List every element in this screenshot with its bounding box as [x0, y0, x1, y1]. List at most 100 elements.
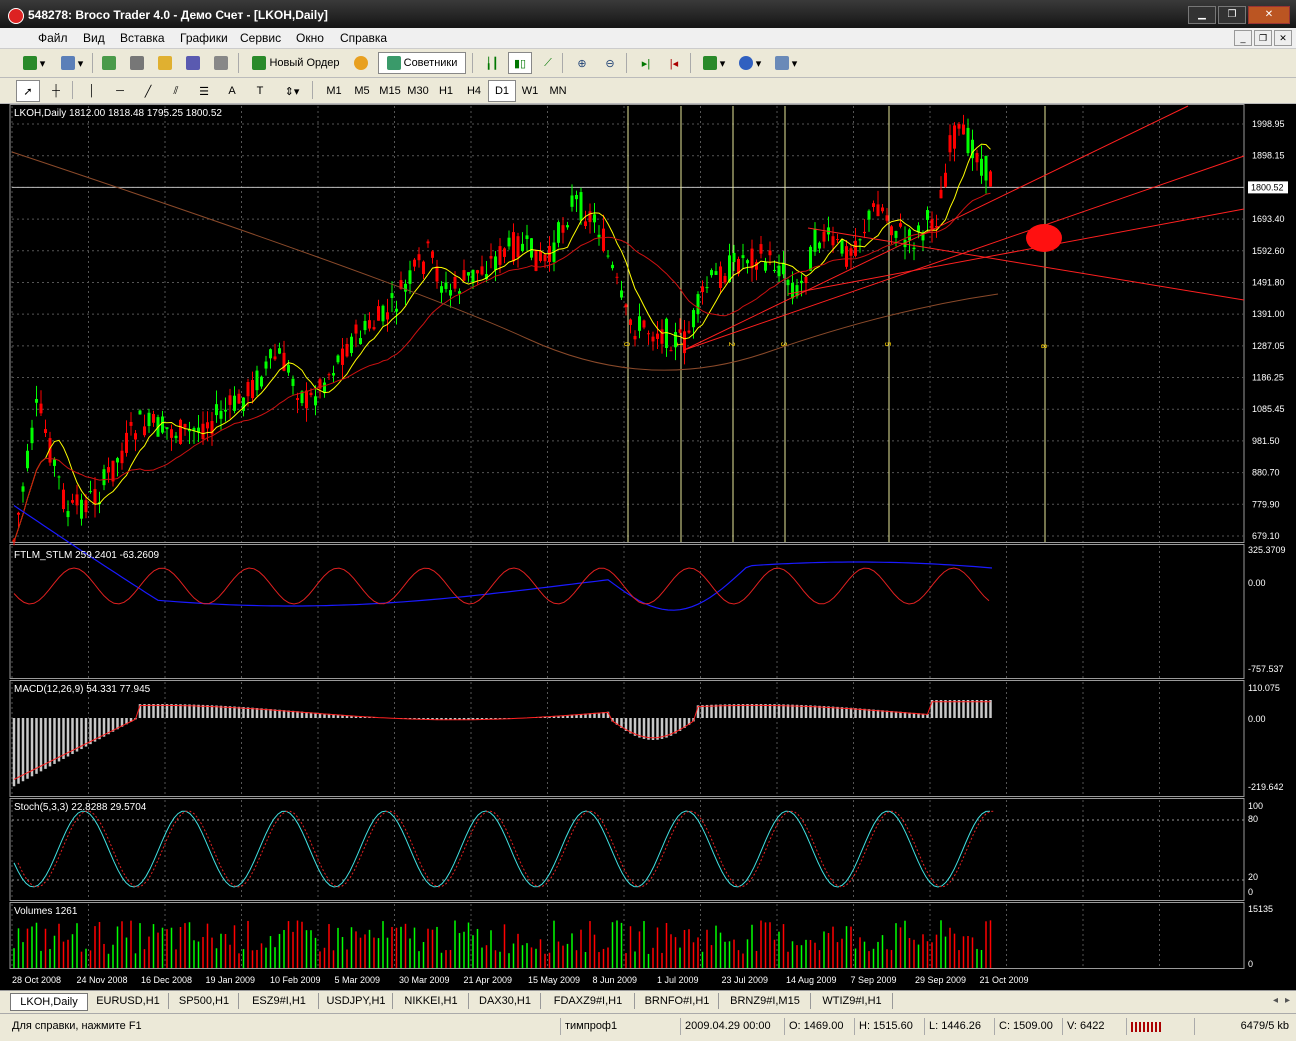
- chart-tab[interactable]: DAX30,H1: [470, 993, 541, 1009]
- candle-body: [462, 270, 466, 281]
- candle-body: [183, 423, 187, 428]
- candle-body: [543, 254, 547, 262]
- candle-body: [561, 225, 565, 233]
- chart-window[interactable]: 1998.95 1898.15 1800.52 1693.40 1592.60 1491.…: [8, 104, 1288, 988]
- mdi-restore-button[interactable]: ❐: [1254, 30, 1272, 46]
- chart-tab[interactable]: USDJPY,H1: [320, 993, 393, 1009]
- menu-view[interactable]: Вид: [83, 31, 105, 45]
- menu-insert[interactable]: Вставка: [120, 31, 165, 45]
- date-tick-label: 30 Mar 2009: [399, 975, 450, 985]
- line-chart-button[interactable]: ⟋: [536, 52, 560, 74]
- candle-body: [570, 195, 574, 207]
- menu-service[interactable]: Сервис: [240, 31, 281, 45]
- text-label-button[interactable]: T: [248, 80, 272, 102]
- date-tick-label: 8 Jun 2009: [593, 975, 638, 985]
- candle-body: [629, 319, 632, 325]
- maximize-button[interactable]: ❐: [1218, 6, 1246, 24]
- text-label-icon: T: [256, 85, 264, 97]
- chart-tab[interactable]: SP500,H1: [170, 993, 239, 1009]
- candle-body: [363, 320, 367, 331]
- price-tick-label: 1998.95: [1252, 119, 1285, 129]
- timeframe-mn-button[interactable]: MN: [544, 80, 572, 102]
- crosshair-button[interactable]: ┼: [44, 80, 68, 102]
- chart-tabs: ◂ ▸ LKOH,Daily EURUSD,H1 SP500,H1 ESZ9#I,H1…: [0, 990, 1296, 1013]
- chart-tab[interactable]: EURUSD,H1: [88, 993, 169, 1009]
- candle-body: [620, 290, 623, 298]
- timeframe-m30-button[interactable]: M30: [404, 80, 432, 102]
- chart-shift-button[interactable]: |◂: [662, 52, 686, 74]
- status-open: O: 1469.00: [784, 1018, 851, 1035]
- chart-tab[interactable]: NIKKEI,H1: [394, 993, 469, 1009]
- menu-window[interactable]: Окно: [296, 31, 324, 45]
- candle-body: [435, 266, 439, 282]
- zoom-out-button[interactable]: ⊖: [598, 52, 622, 74]
- bar-chart-button[interactable]: ╽┃: [480, 52, 504, 74]
- channel-button[interactable]: ⫽: [164, 80, 188, 102]
- price-tick-label: 1186.25: [1252, 373, 1284, 383]
- candle-body: [471, 269, 475, 282]
- chart-canvas[interactable]: 1998.95 1898.15 1800.52 1693.40 1592.60 1491.…: [8, 104, 1288, 988]
- candle-body: [759, 244, 763, 254]
- candle-body: [624, 304, 628, 308]
- text-button[interactable]: A: [220, 80, 244, 102]
- tab-scroll-right-icon[interactable]: ▸: [1285, 995, 1290, 1006]
- terminal-button[interactable]: [182, 52, 206, 74]
- horizontal-line-button[interactable]: ─: [108, 80, 132, 102]
- advisors-button[interactable]: Советники: [378, 52, 466, 74]
- timeframe-m1-button[interactable]: M1: [320, 80, 348, 102]
- vertical-line-button[interactable]: │: [80, 80, 104, 102]
- market-watch-button[interactable]: [98, 52, 122, 74]
- mdi-close-button[interactable]: ✕: [1274, 30, 1292, 46]
- trendline-button[interactable]: ╱: [136, 80, 160, 102]
- warning-icon: [353, 56, 368, 70]
- candle-body: [696, 294, 700, 315]
- minimize-button[interactable]: ▁: [1188, 6, 1216, 24]
- menu-help[interactable]: Справка: [340, 31, 387, 45]
- chart-tab[interactable]: FDAXZ9#I,H1: [542, 993, 635, 1009]
- timeframe-m5-button[interactable]: M5: [348, 80, 376, 102]
- fibonacci-button[interactable]: ☰: [192, 80, 216, 102]
- candle-body: [777, 265, 781, 277]
- menu-file[interactable]: Файл: [38, 31, 68, 45]
- candle-body: [323, 382, 326, 394]
- tab-scroll-left-icon[interactable]: ◂: [1273, 995, 1278, 1006]
- indicators-button[interactable]: ▾: [696, 52, 732, 74]
- chart-tab[interactable]: BRNZ9#I,M15: [720, 993, 811, 1009]
- new-order-button[interactable]: Новый Ордер: [244, 52, 348, 74]
- candle-body: [260, 376, 263, 387]
- candle-body: [71, 500, 74, 503]
- tester-button[interactable]: [210, 52, 234, 74]
- macd-scale-label: 110.075: [1248, 683, 1280, 693]
- magnifier-icon: [213, 56, 228, 70]
- timeframe-w1-button[interactable]: W1: [516, 80, 544, 102]
- zoom-in-button[interactable]: ⊕: [570, 52, 594, 74]
- new-chart-button[interactable]: ▾: [16, 52, 52, 74]
- arrows-button[interactable]: ⇕▾: [276, 80, 308, 102]
- chart-tab[interactable]: WTIZ9#I,H1: [812, 993, 893, 1009]
- candle-body: [858, 239, 862, 241]
- candle-chart-button[interactable]: ▮▯: [508, 52, 532, 74]
- cursor-button[interactable]: ➚: [16, 80, 40, 102]
- candle-body: [345, 343, 349, 357]
- timeframe-d1-button[interactable]: D1: [488, 80, 516, 102]
- data-window-button[interactable]: [154, 52, 178, 74]
- timeframe-m15-button[interactable]: M15: [376, 80, 404, 102]
- chart-tab[interactable]: ESZ9#I,H1: [240, 993, 319, 1009]
- chart-tab[interactable]: BRNFO#I,H1: [636, 993, 719, 1009]
- new-chart-icon: [22, 56, 37, 70]
- candle-body: [782, 262, 785, 275]
- timeframe-h1-button[interactable]: H1: [432, 80, 460, 102]
- templates-button[interactable]: ▾: [768, 52, 804, 74]
- mdi-minimize-button[interactable]: _: [1234, 30, 1252, 46]
- candle-body: [147, 412, 151, 427]
- close-button[interactable]: ✕: [1248, 6, 1290, 24]
- alert-button[interactable]: [350, 52, 374, 74]
- profiles-button[interactable]: ▾: [54, 52, 90, 74]
- timeframe-h4-button[interactable]: H4: [460, 80, 488, 102]
- candle-body: [588, 211, 592, 223]
- autoscroll-button[interactable]: ▸|: [634, 52, 658, 74]
- periods-button[interactable]: ▾: [732, 52, 768, 74]
- menu-charts[interactable]: Графики: [180, 31, 228, 45]
- chart-tab[interactable]: LKOH,Daily: [10, 993, 88, 1011]
- navigator-button[interactable]: [126, 52, 150, 74]
